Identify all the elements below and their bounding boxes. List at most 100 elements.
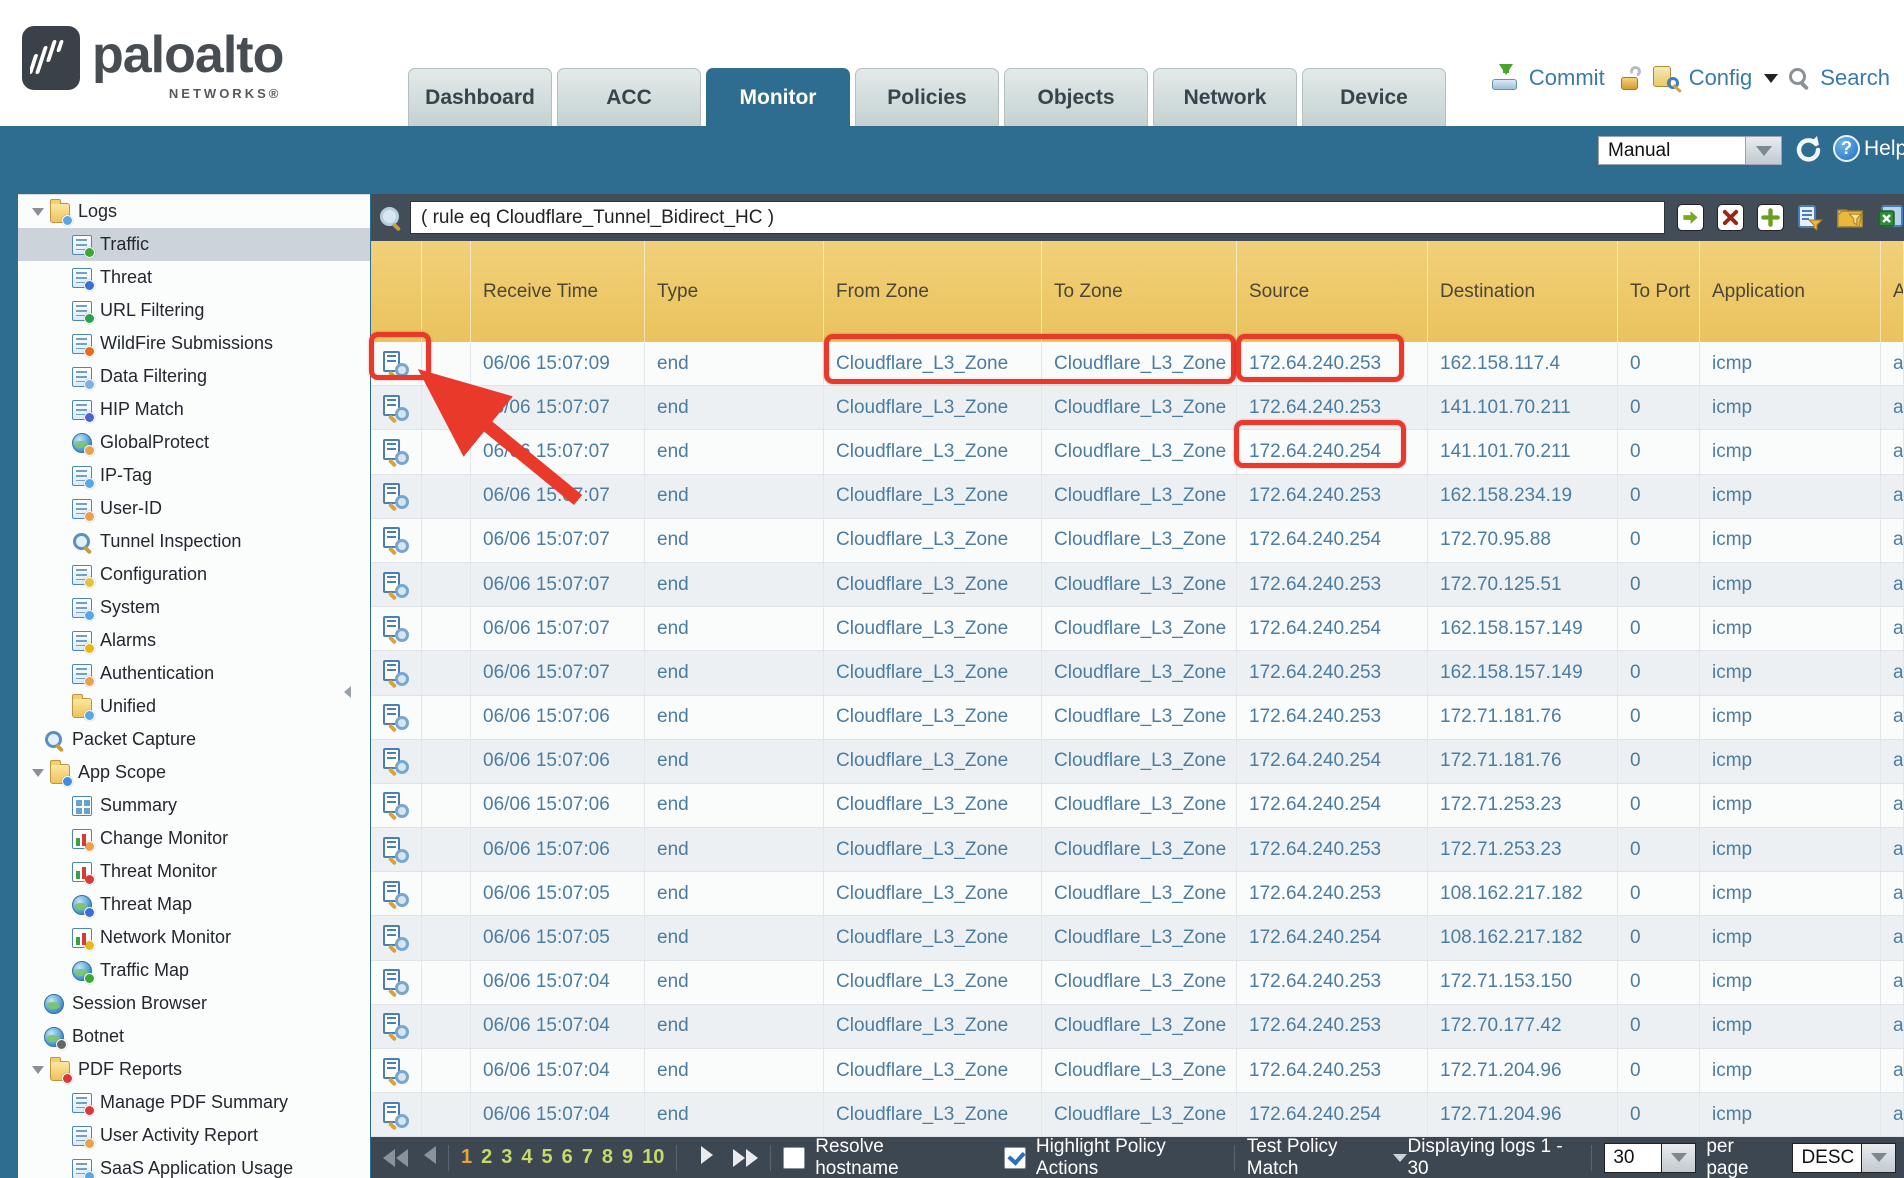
log-detail-button[interactable] [371,651,422,694]
highlight-policy-actions-checkbox[interactable] [1004,1147,1026,1169]
column-header-source[interactable]: Source [1237,241,1428,342]
page-number-7[interactable]: 7 [582,1146,593,1169]
log-detail-button[interactable] [371,430,422,473]
sidebar-item-threat-monitor[interactable]: Threat Monitor [18,855,370,888]
refresh-mode-caret[interactable] [1746,136,1782,165]
sort-order-select[interactable]: DESC [1792,1143,1896,1173]
sidebar-item-wildfire-submissions[interactable]: WildFire Submissions [18,327,370,360]
log-detail-button[interactable] [371,1005,422,1048]
page-number-10[interactable]: 10 [642,1146,664,1169]
page-number-3[interactable]: 3 [501,1146,512,1169]
sidebar-item-threat[interactable]: Threat [18,261,370,294]
commit-button[interactable]: Commit [1529,65,1605,91]
log-detail-button[interactable] [371,828,422,871]
expand-caret-icon[interactable] [32,1066,44,1074]
log-detail-button[interactable] [371,1049,422,1092]
per-page-select[interactable]: 30 [1604,1143,1696,1173]
prev-page-button[interactable] [424,1146,436,1170]
config-button[interactable]: Config [1689,65,1753,91]
page-number-4[interactable]: 4 [521,1146,532,1169]
sidebar-item-manage-pdf-summary[interactable]: Manage PDF Summary [18,1086,370,1119]
expand-caret-icon[interactable] [32,769,44,777]
log-detail-button[interactable] [371,563,422,606]
sidebar-item-globalprotect[interactable]: GlobalProtect [18,426,370,459]
sidebar-item-system[interactable]: System [18,591,370,624]
tab-dashboard[interactable]: Dashboard [408,68,552,126]
sidebar-item-traffic[interactable]: Traffic [18,228,370,261]
column-header-to-port[interactable]: To Port [1618,241,1700,342]
last-page-button[interactable] [733,1149,758,1167]
lock-icon[interactable] [1621,66,1643,90]
sidebar-item-change-monitor[interactable]: Change Monitor [18,822,370,855]
log-detail-button[interactable] [371,1093,422,1136]
sidebar-item-user-id[interactable]: User-ID [18,492,370,525]
log-detail-button[interactable] [371,696,422,739]
apply-filter-button[interactable] [1677,204,1704,231]
sidebar-item-ip-tag[interactable]: IP-Tag [18,459,370,492]
sidebar-item-summary[interactable]: Summary [18,789,370,822]
sidebar-item-threat-map[interactable]: Threat Map [18,888,370,921]
tab-monitor[interactable]: Monitor [706,68,850,126]
tab-device[interactable]: Device [1302,68,1446,126]
log-detail-button[interactable] [371,475,422,518]
sidebar-item-unified[interactable]: Unified [18,690,370,723]
load-filter-button[interactable] [1837,204,1864,231]
tab-policies[interactable]: Policies [855,68,999,126]
sidebar-item-network-monitor[interactable]: Network Monitor [18,921,370,954]
refresh-button[interactable] [1793,135,1823,165]
page-number-9[interactable]: 9 [622,1146,633,1169]
sidebar-item-traffic-map[interactable]: Traffic Map [18,954,370,987]
column-header-receive-time[interactable]: Receive Time [471,241,645,342]
sidebar-item-botnet[interactable]: Botnet [18,1020,370,1053]
log-detail-button[interactable] [371,916,422,959]
help-area[interactable]: ? Help [1833,135,1904,162]
refresh-mode-select[interactable]: Manual [1598,136,1782,165]
tab-network[interactable]: Network [1153,68,1297,126]
filter-builder-button[interactable] [1797,204,1824,231]
column-header-application[interactable]: Application [1700,241,1881,342]
page-number-5[interactable]: 5 [541,1146,552,1169]
test-policy-match-button[interactable]: Test Policy Match [1247,1136,1408,1178]
log-detail-button[interactable] [371,784,422,827]
sidebar-item-tunnel-inspection[interactable]: Tunnel Inspection [18,525,370,558]
search-button[interactable]: Search [1820,65,1890,91]
next-page-button[interactable] [701,1146,713,1170]
page-number-1[interactable]: 1 [461,1146,472,1169]
sidebar-item-user-activity-report[interactable]: User Activity Report [18,1119,370,1152]
sidebar-item-saas-application-usage[interactable]: SaaS Application Usage [18,1152,370,1178]
export-button[interactable] [1877,204,1904,231]
sidebar-item-data-filtering[interactable]: Data Filtering [18,360,370,393]
sidebar-item-pdf-reports[interactable]: PDF Reports [18,1053,370,1086]
sidebar-item-packet-capture[interactable]: Packet Capture [18,723,370,756]
clear-filter-button[interactable] [1717,204,1744,231]
sidebar-item-app-scope[interactable]: App Scope [18,756,370,789]
sidebar-item-url-filtering[interactable]: URL Filtering [18,294,370,327]
sidebar-collapse-handle[interactable] [344,680,352,704]
page-number-6[interactable]: 6 [562,1146,573,1169]
config-caret-icon[interactable] [1764,74,1778,83]
log-detail-button[interactable] [371,740,422,783]
column-header-from-zone[interactable]: From Zone [824,241,1042,342]
sidebar-item-session-browser[interactable]: Session Browser [18,987,370,1020]
expand-caret-icon[interactable] [32,208,44,216]
filter-query-input[interactable] [410,201,1665,234]
log-detail-button[interactable] [371,961,422,1004]
sidebar-item-configuration[interactable]: Configuration [18,558,370,591]
log-detail-button[interactable] [371,607,422,650]
column-header-a[interactable]: A [1881,241,1904,342]
tab-objects[interactable]: Objects [1004,68,1148,126]
sort-order-caret[interactable] [1862,1143,1896,1173]
column-header-destination[interactable]: Destination [1428,241,1618,342]
column-header-to-zone[interactable]: To Zone [1042,241,1237,342]
per-page-caret[interactable] [1662,1143,1696,1173]
page-number-8[interactable]: 8 [602,1146,613,1169]
tab-acc[interactable]: ACC [557,68,701,126]
sidebar-item-alarms[interactable]: Alarms [18,624,370,657]
column-header-type[interactable]: Type [645,241,824,342]
first-page-button[interactable] [383,1149,408,1167]
resolve-hostname-checkbox[interactable] [783,1147,805,1169]
sidebar-item-logs[interactable]: Logs [18,195,370,228]
log-detail-button[interactable] [371,386,422,429]
sidebar-item-authentication[interactable]: Authentication [18,657,370,690]
log-detail-button[interactable] [371,872,422,915]
